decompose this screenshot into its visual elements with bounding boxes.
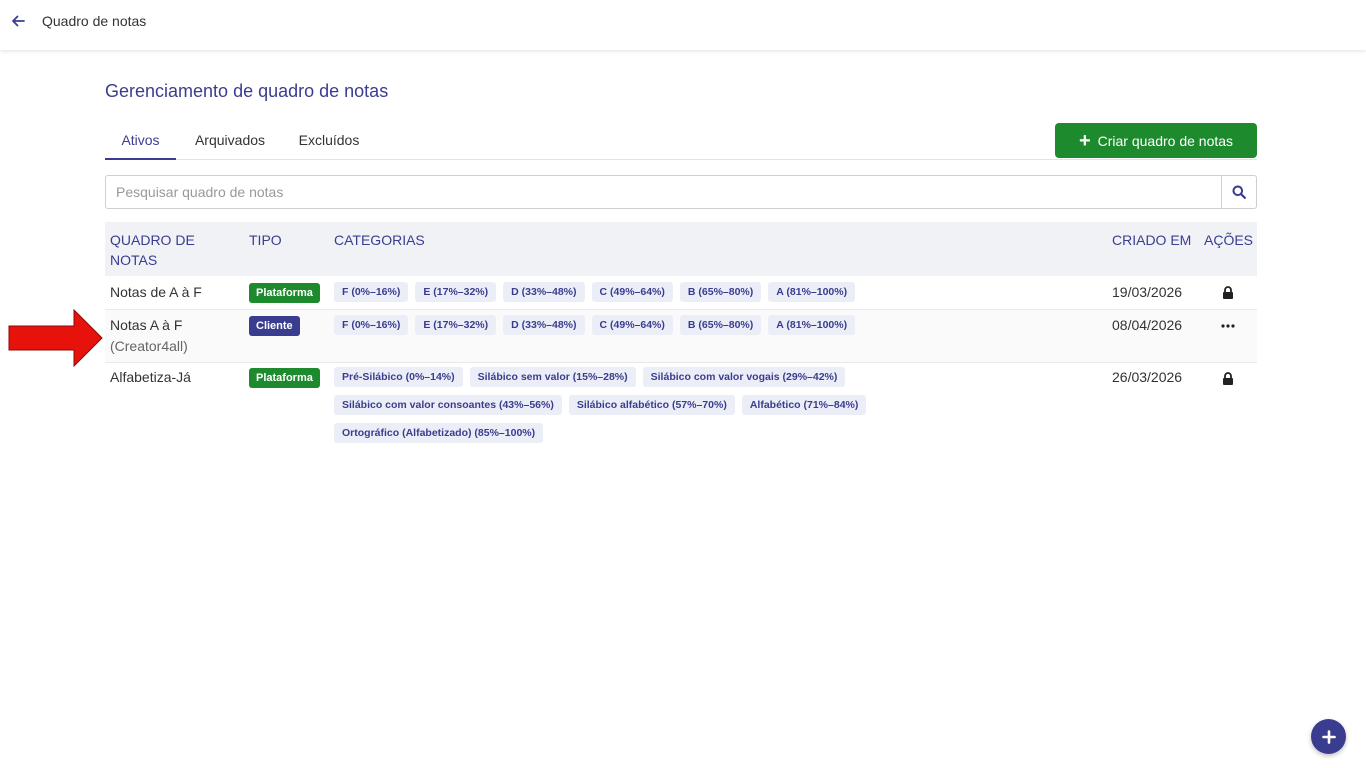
category-chip: Silábico sem valor (15%–28%): [469, 367, 636, 387]
category-chip: C (49%–64%): [591, 315, 673, 335]
search-icon: [1232, 185, 1246, 199]
category-chip: A (81%–100%): [768, 282, 856, 302]
table-row[interactable]: Notas de A à F Plataforma F (0%–16%) E (…: [105, 276, 1257, 310]
categories-list: F (0%–16%) E (17%–32%) D (33%–48%) C (49…: [334, 315, 1134, 335]
create-button-label: Criar quadro de notas: [1097, 132, 1234, 149]
lock-icon: [1221, 285, 1235, 299]
categories-list: F (0%–16%) E (17%–32%) D (33%–48%) C (49…: [334, 282, 1134, 302]
floating-add-button[interactable]: [1311, 719, 1346, 754]
row-name-sub: (Creator4all): [110, 338, 188, 354]
category-chip: F (0%–16%): [334, 282, 409, 302]
arrow-left-icon[interactable]: [10, 13, 26, 29]
category-chip: Pré-Silábico (0%–14%): [334, 367, 463, 387]
header-type: TIPO: [249, 232, 282, 248]
tab-arquivados[interactable]: Arquivados: [187, 122, 273, 160]
category-chip: D (33%–48%): [503, 315, 585, 335]
created-date: 19/03/2026: [1112, 284, 1183, 300]
header-name-line2: NOTAS: [110, 252, 158, 268]
category-chip: E (17%–32%): [415, 315, 497, 335]
category-chip: B (65%–80%): [679, 315, 762, 335]
search-button[interactable]: [1221, 176, 1256, 208]
header-name: QUADRO DE NOTAS: [110, 230, 195, 270]
plus-icon: [1321, 729, 1336, 744]
lock-icon: [1221, 371, 1235, 385]
tab-ativos[interactable]: Ativos: [105, 122, 176, 160]
row-name: Notas de A à F: [110, 284, 202, 300]
category-chip: F (0%–16%): [334, 315, 409, 335]
row-name-cell: Notas A à F (Creator4all): [110, 315, 188, 357]
search-bar: [105, 175, 1257, 209]
type-badge: Plataforma: [249, 283, 320, 303]
table-row[interactable]: Alfabetiza-Já Plataforma Pré-Silábico (0…: [105, 363, 1257, 449]
topbar-title: Quadro de notas: [42, 13, 147, 29]
header-created: CRIADO EM: [1112, 232, 1192, 248]
row-name: Alfabetiza-Já: [110, 369, 191, 385]
page-title: Gerenciamento de quadro de notas: [105, 81, 389, 101]
category-chip: C (49%–64%): [591, 282, 673, 302]
header-categories: CATEGORIAS: [334, 232, 425, 248]
category-chip: A (81%–100%): [768, 315, 856, 335]
category-chip: Silábico com valor consoantes (43%–56%): [334, 395, 562, 415]
header-actions: AÇÕES: [1204, 232, 1254, 248]
table-header: QUADRO DE NOTAS TIPO CATEGORIAS CRIADO E…: [105, 222, 1257, 276]
tab-excluidos[interactable]: Excluídos: [291, 122, 367, 160]
category-chip: Silábico alfabético (57%–70%): [568, 395, 735, 415]
created-date: 08/04/2026: [1112, 317, 1183, 333]
create-grade-board-button[interactable]: + Criar quadro de notas: [1055, 123, 1257, 158]
annotation-arrow-icon: [8, 309, 103, 367]
plus-icon: +: [1078, 129, 1091, 152]
category-chip: Alfabético (71%–84%): [741, 395, 867, 415]
created-date: 26/03/2026: [1112, 369, 1183, 385]
category-chip: Silábico com valor vogais (29%–42%): [642, 367, 846, 387]
search-input[interactable]: [106, 176, 1223, 208]
category-chip: E (17%–32%): [415, 282, 497, 302]
type-badge: Plataforma: [249, 368, 320, 388]
category-chip: D (33%–48%): [503, 282, 585, 302]
table-row[interactable]: Notas A à F (Creator4all) Cliente F (0%–…: [105, 310, 1257, 363]
category-chip: B (65%–80%): [679, 282, 762, 302]
more-icon[interactable]: [1221, 319, 1235, 333]
top-bar: Quadro de notas: [0, 0, 1366, 50]
categories-list: Pré-Silábico (0%–14%) Silábico sem valor…: [334, 367, 914, 443]
type-badge: Cliente: [249, 316, 300, 336]
header-name-line1: QUADRO DE: [110, 232, 195, 248]
row-name: Notas A à F: [110, 317, 183, 333]
category-chip: Ortográfico (Alfabetizado) (85%–100%): [334, 423, 544, 443]
